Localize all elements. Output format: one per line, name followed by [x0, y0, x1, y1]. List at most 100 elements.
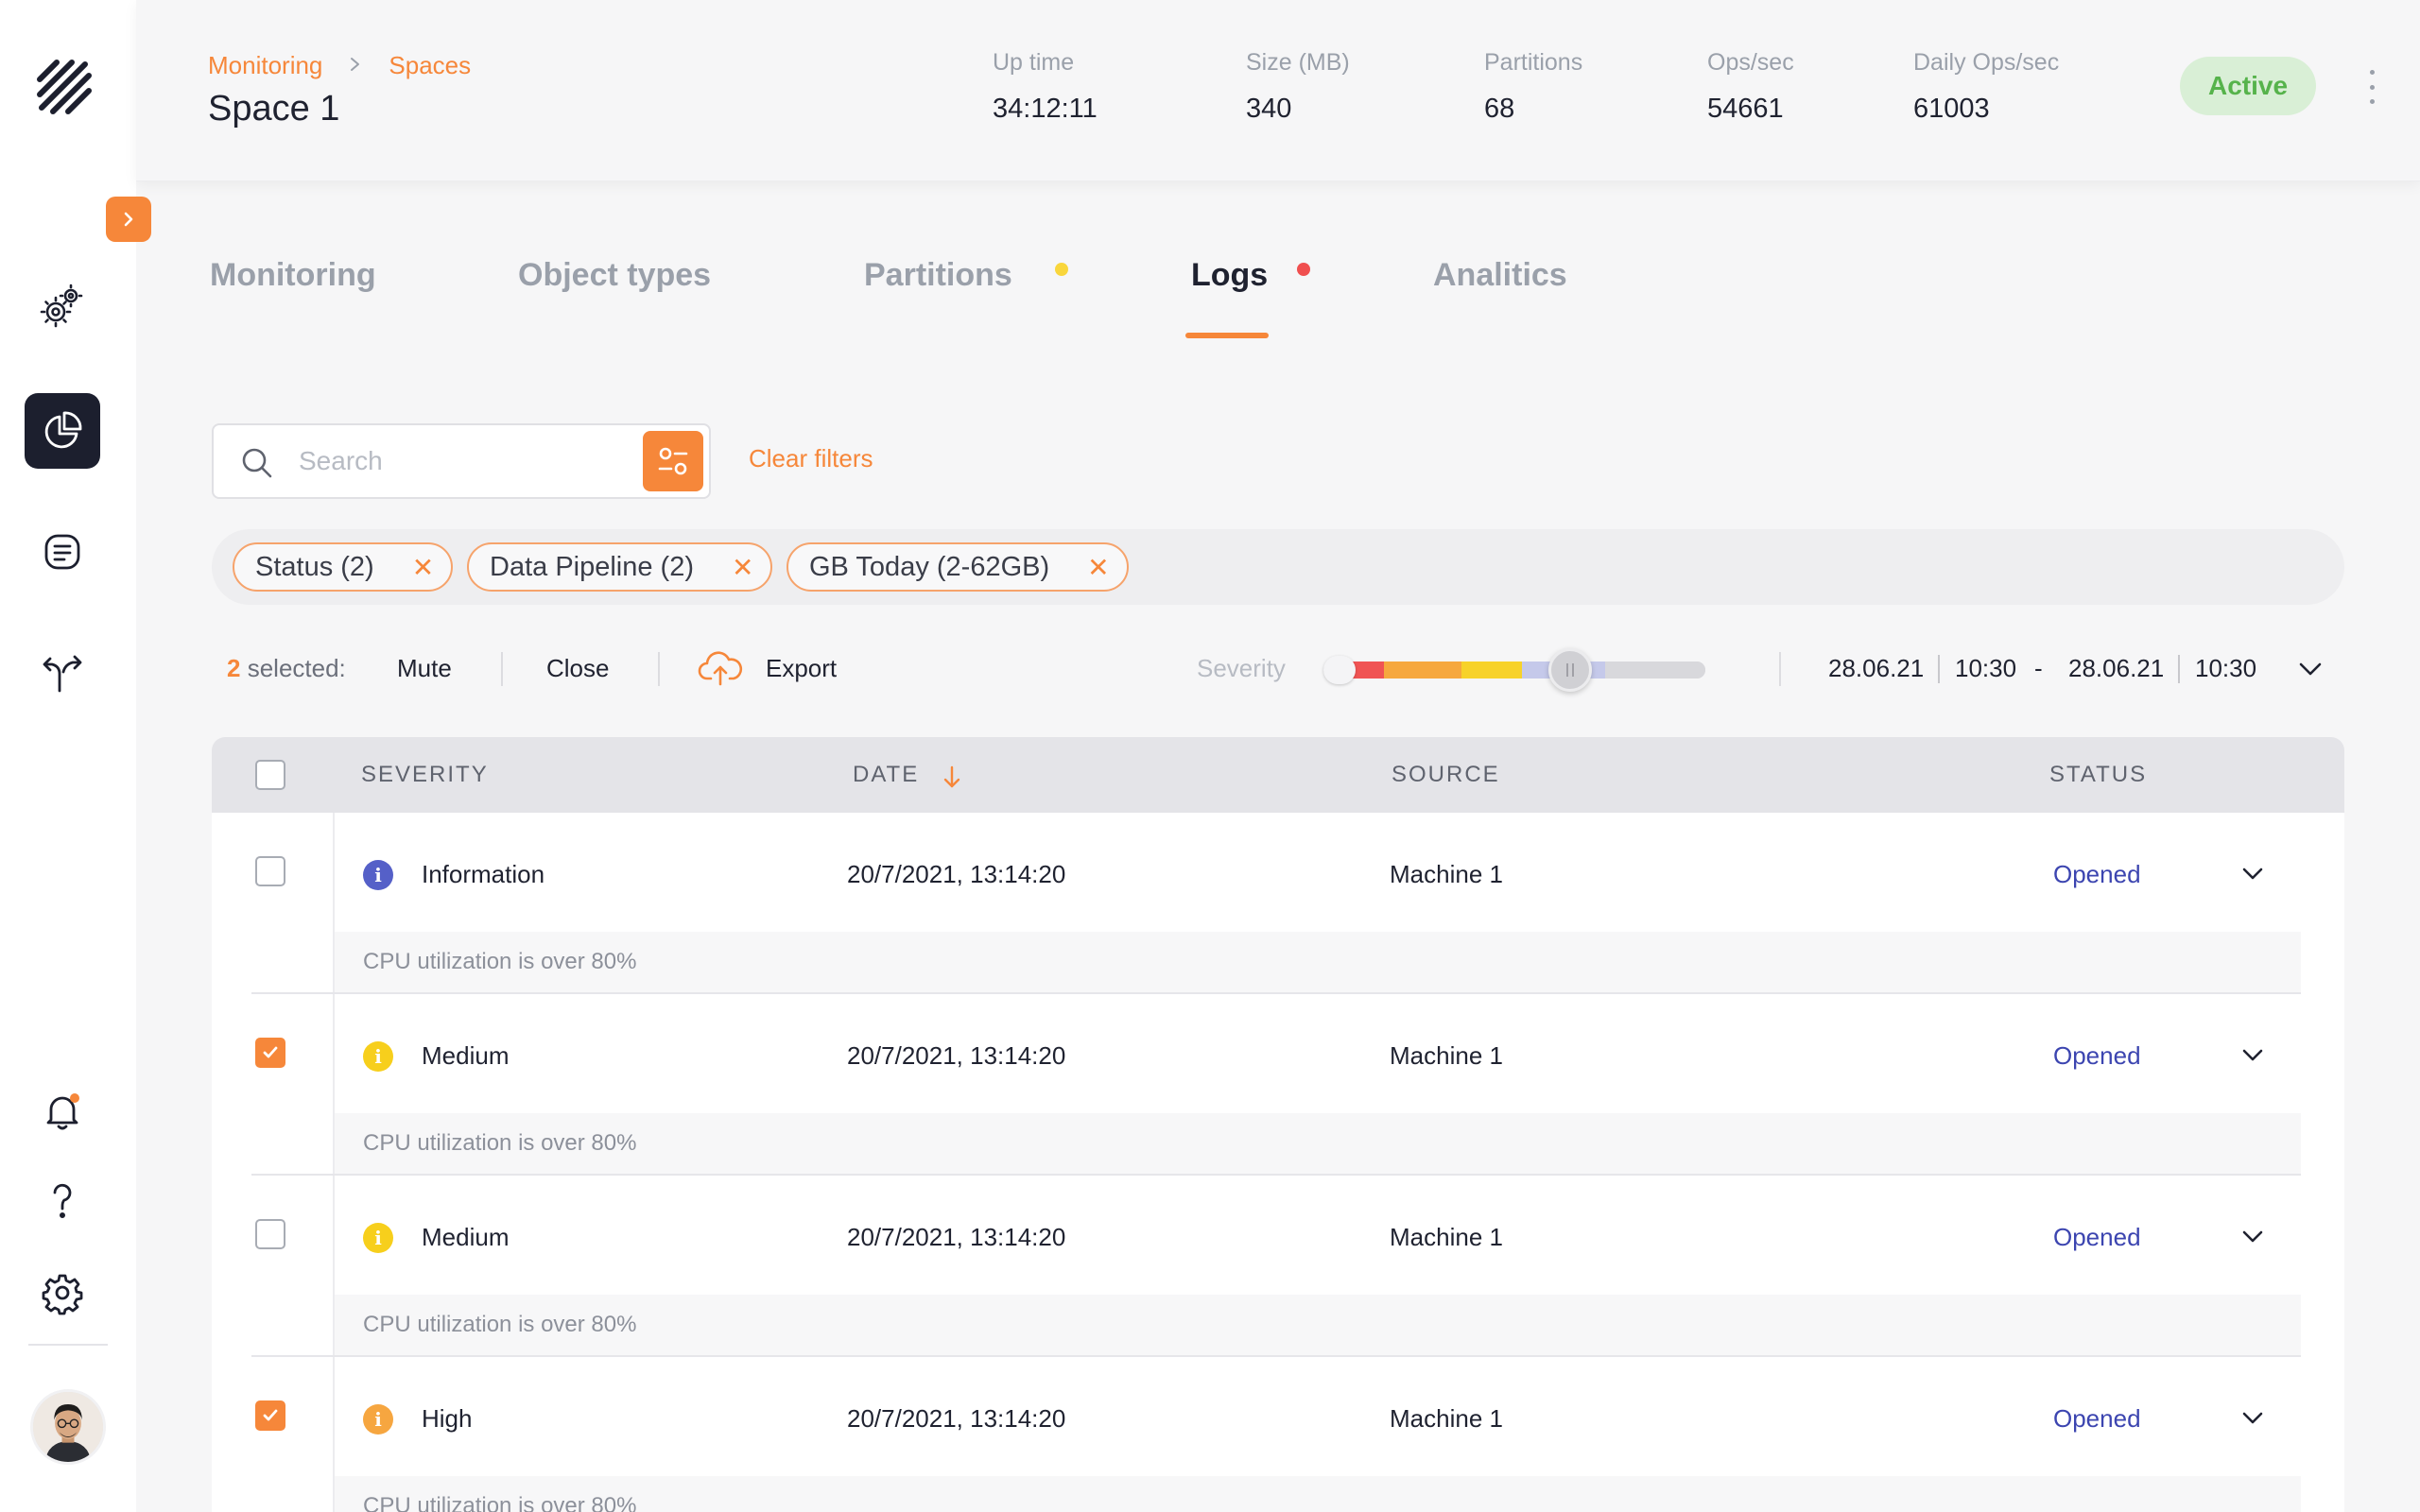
search-input[interactable] [299, 442, 582, 480]
column-header-source[interactable]: SOURCE [1392, 762, 1500, 788]
stat-value: 68 [1484, 94, 1515, 124]
filter-chip-status[interactable]: Status (2) ✕ [233, 542, 454, 592]
logs-table: SEVERITY DATE SOURCE STATUS i Informatio… [212, 737, 2344, 1512]
stat-label: Size (MB) [1246, 49, 1350, 76]
tab-analitics[interactable]: Analitics [1433, 257, 1567, 294]
expand-chevron-down-icon[interactable] [2240, 1047, 2265, 1064]
filter-chip-gb-today[interactable]: GB Today (2-62GB) ✕ [786, 542, 1129, 592]
remove-chip-icon[interactable]: ✕ [412, 552, 434, 583]
row-message: CPU utilization is over 80% [335, 1295, 2301, 1355]
row-source: Machine 1 [1390, 1223, 1503, 1251]
filter-chip-data-pipeline[interactable]: Data Pipeline (2) ✕ [467, 542, 773, 592]
tab-monitoring[interactable]: Monitoring [210, 257, 376, 294]
mute-button[interactable]: Mute [397, 654, 452, 683]
filter-sliders-icon [658, 447, 688, 475]
date-range-chevron-down-icon[interactable] [2297, 660, 2324, 679]
row-message: CPU utilization is over 80% [335, 932, 2301, 992]
settings-gears-icon[interactable] [25, 268, 100, 344]
search-box [212, 423, 711, 499]
table-header: SEVERITY DATE SOURCE STATUS [212, 737, 2344, 813]
row-main: i Information 20/7/2021, 13:14:20 Machin… [212, 813, 2344, 932]
remove-chip-icon[interactable]: ✕ [1087, 552, 1109, 583]
severity-min-handle[interactable] [1323, 656, 1356, 684]
select-all-checkbox[interactable] [255, 760, 285, 790]
tab-object-types[interactable]: Object types [518, 257, 711, 294]
severity-range-track[interactable] [1323, 662, 1705, 679]
stat-daily-ops-sec: Daily Ops/sec 61003 [1913, 49, 2059, 125]
stat-value: 61003 [1913, 94, 1990, 124]
stat-partitions: Partitions 68 [1484, 49, 1582, 125]
avatar[interactable] [30, 1389, 106, 1465]
expand-chevron-down-icon[interactable] [2240, 1410, 2265, 1427]
row-status: Opened [2053, 1041, 2141, 1070]
date-range-separator: - [2034, 654, 2043, 682]
row-status: Opened [2053, 860, 2141, 888]
filter-button[interactable] [643, 431, 703, 491]
active-filters-bar: Status (2) ✕ Data Pipeline (2) ✕ GB Toda… [212, 529, 2344, 605]
row-source: Machine 1 [1390, 860, 1503, 888]
expand-chevron-down-icon[interactable] [2240, 1228, 2265, 1246]
action-divider [658, 652, 660, 686]
selected-count-label: selected: [247, 654, 346, 682]
table-row[interactable]: i High 20/7/2021, 13:14:20 Machine 1 Ope… [212, 1357, 2344, 1512]
table-row[interactable]: i Medium 20/7/2021, 13:14:20 Machine 1 O… [212, 1176, 2344, 1357]
more-options-icon[interactable] [2358, 70, 2386, 104]
row-status: Opened [2053, 1223, 2141, 1251]
checkmark-icon [263, 1046, 278, 1058]
checkmark-icon [263, 1409, 278, 1421]
tab-logs-indicator [1297, 263, 1310, 276]
expand-chevron-down-icon[interactable] [2240, 866, 2265, 883]
action-divider [1779, 652, 1781, 686]
row-severity: Information [422, 860, 545, 888]
row-checkbox[interactable] [255, 1400, 285, 1431]
analytics-pie-icon[interactable] [25, 393, 100, 469]
column-header-status[interactable]: STATUS [2049, 762, 2147, 788]
row-date: 20/7/2021, 13:14:20 [847, 1041, 1066, 1070]
export-button[interactable]: Export [766, 654, 837, 683]
row-date: 20/7/2021, 13:14:20 [847, 1223, 1066, 1251]
routes-icon[interactable] [25, 635, 100, 711]
cloud-upload-icon[interactable] [698, 646, 743, 688]
tab-logs[interactable]: Logs [1191, 257, 1268, 294]
chip-label: Status (2) [255, 551, 374, 582]
page-title: Space 1 [208, 89, 340, 129]
tab-partitions-indicator [1055, 263, 1068, 276]
sort-arrow-down-icon[interactable] [942, 764, 962, 790]
sidebar-expand-button[interactable] [106, 197, 151, 242]
clear-filters-link[interactable]: Clear filters [749, 444, 873, 473]
severity-medium-icon: i [363, 1223, 393, 1253]
row-checkbox[interactable] [255, 1219, 285, 1249]
notification-bell-icon[interactable] [25, 1074, 100, 1149]
breadcrumb-monitoring[interactable]: Monitoring [208, 51, 322, 80]
selected-count: 2 selected: [227, 654, 346, 683]
table-row[interactable]: i Medium 20/7/2021, 13:14:20 Machine 1 O… [212, 994, 2344, 1176]
tab-partitions[interactable]: Partitions [864, 257, 1012, 294]
row-checkbox[interactable] [255, 1038, 285, 1068]
column-header-severity[interactable]: SEVERITY [361, 762, 489, 788]
search-icon [242, 448, 272, 478]
app-logo[interactable] [36, 59, 102, 125]
time-from[interactable]: 10:30 [1955, 654, 2016, 683]
date-to[interactable]: 28.06.21 [2068, 654, 2164, 683]
stat-uptime: Up time 34:12:11 [993, 49, 1098, 125]
selected-count-number: 2 [227, 654, 241, 682]
settings-icon[interactable] [25, 1255, 100, 1331]
time-to[interactable]: 10:30 [2195, 654, 2256, 683]
breadcrumb-spaces[interactable]: Spaces [389, 51, 471, 80]
severity-max-handle[interactable] [1548, 648, 1592, 692]
row-main: i High 20/7/2021, 13:14:20 Machine 1 Ope… [212, 1357, 2344, 1476]
date-from[interactable]: 28.06.21 [1828, 654, 1924, 683]
stat-label: Ops/sec [1707, 49, 1794, 76]
close-button[interactable]: Close [546, 654, 609, 683]
column-header-date[interactable]: DATE [853, 762, 919, 788]
row-severity: High [422, 1404, 473, 1433]
logs-document-icon[interactable] [25, 514, 100, 590]
row-date: 20/7/2021, 13:14:20 [847, 860, 1066, 888]
row-checkbox[interactable] [255, 856, 285, 886]
remove-chip-icon[interactable]: ✕ [732, 552, 753, 583]
severity-info-icon: i [363, 860, 393, 890]
help-icon[interactable] [25, 1164, 100, 1240]
stat-label: Daily Ops/sec [1913, 49, 2060, 76]
table-row[interactable]: i Information 20/7/2021, 13:14:20 Machin… [212, 813, 2344, 994]
page-header: Monitoring Spaces Space 1 Up time 34:12:… [136, 0, 2420, 181]
